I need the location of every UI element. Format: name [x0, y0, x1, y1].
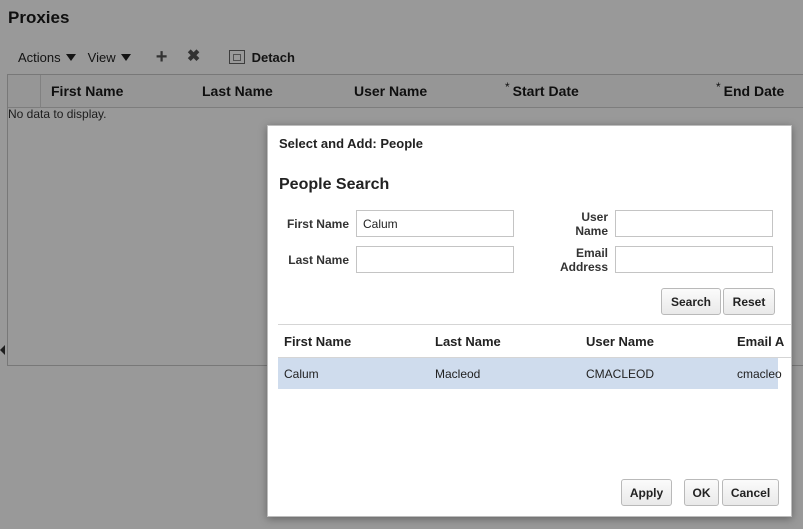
last-name-field[interactable]: [356, 246, 514, 273]
email-address-label: Email Address: [559, 246, 608, 274]
results-table-header: First Name Last Name User Name Email A: [278, 325, 791, 358]
apply-button[interactable]: Apply: [621, 479, 672, 506]
reset-button[interactable]: Reset: [723, 288, 775, 315]
first-name-label: First Name: [286, 217, 349, 231]
table-row[interactable]: Calum Macleod CMACLEOD cmacleo: [278, 358, 782, 389]
cell-email: cmacleo: [737, 367, 782, 381]
cell-user-name: CMACLEOD: [586, 367, 655, 381]
results-table: First Name Last Name User Name Email A C…: [278, 324, 791, 390]
search-button[interactable]: Search: [661, 288, 721, 315]
user-name-field[interactable]: [615, 210, 773, 237]
email-address-field[interactable]: [615, 246, 773, 273]
results-column-first-name[interactable]: First Name: [284, 334, 351, 349]
last-name-label: Last Name: [288, 253, 349, 267]
dialog-title: Select and Add: People: [279, 136, 423, 151]
user-name-label: User Name: [575, 210, 608, 238]
first-name-field[interactable]: [356, 210, 514, 237]
cell-last-name: Macleod: [435, 367, 481, 381]
results-column-user-name[interactable]: User Name: [586, 334, 654, 349]
results-column-last-name[interactable]: Last Name: [435, 334, 501, 349]
results-column-email[interactable]: Email A: [737, 334, 784, 349]
search-heading: People Search: [279, 176, 390, 193]
select-people-dialog: Select and Add: People People Search Fir…: [267, 125, 792, 517]
ok-button[interactable]: OK: [684, 479, 719, 506]
cancel-button[interactable]: Cancel: [722, 479, 779, 506]
cell-first-name: Calum: [284, 367, 319, 381]
